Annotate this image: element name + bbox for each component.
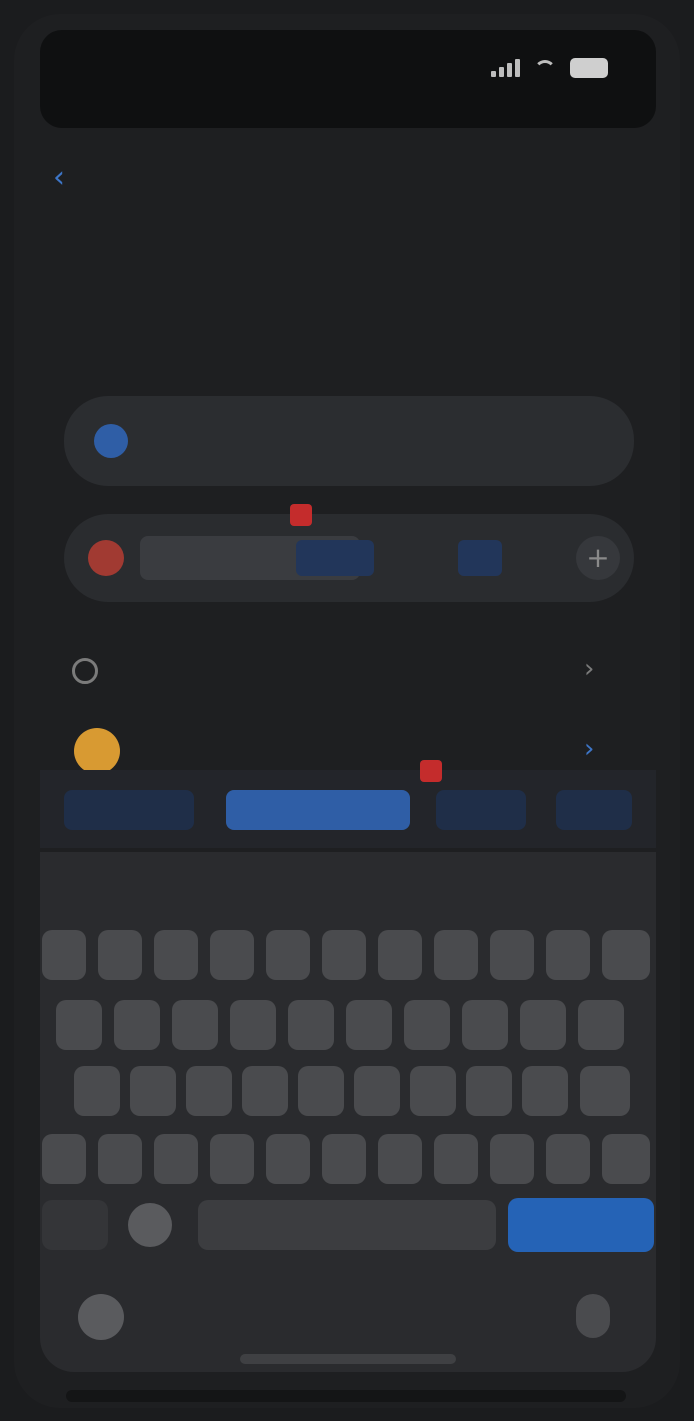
key[interactable]	[154, 1134, 198, 1184]
key[interactable]	[98, 1134, 142, 1184]
key[interactable]	[602, 1134, 650, 1184]
bottom-edge	[66, 1390, 626, 1402]
key[interactable]	[74, 1066, 120, 1116]
flag-icon	[88, 540, 124, 576]
key[interactable]	[266, 1134, 310, 1184]
tag-chip-1[interactable]	[64, 790, 194, 830]
status-bar	[40, 30, 656, 128]
key[interactable]	[490, 930, 534, 980]
option-chip-1[interactable]	[296, 540, 374, 576]
key[interactable]	[230, 1000, 276, 1050]
key[interactable]	[490, 1134, 534, 1184]
key[interactable]	[354, 1066, 400, 1116]
plus-icon[interactable]: +	[576, 536, 620, 580]
key[interactable]	[434, 1134, 478, 1184]
tag-chip-3[interactable]	[436, 790, 526, 830]
tag-bar	[40, 770, 656, 848]
key[interactable]	[288, 1000, 334, 1050]
key[interactable]	[578, 1000, 624, 1050]
suggestion-6[interactable]	[450, 862, 494, 908]
battery-icon	[570, 58, 608, 78]
key[interactable]	[462, 1000, 508, 1050]
signal-bars-icon	[491, 59, 520, 77]
key[interactable]	[242, 1066, 288, 1116]
key[interactable]	[378, 1134, 422, 1184]
key[interactable]	[434, 930, 478, 980]
avatar	[74, 728, 120, 774]
suggestion-7[interactable]	[524, 862, 568, 908]
key[interactable]	[378, 930, 422, 980]
list-row-secondary[interactable]: ›	[64, 644, 644, 700]
space-key[interactable]	[198, 1200, 496, 1250]
option-chip-3[interactable]	[458, 540, 502, 576]
home-indicator[interactable]	[240, 1354, 456, 1364]
notification-badge	[420, 760, 442, 782]
circle-outline-icon	[72, 658, 98, 684]
key[interactable]	[266, 930, 310, 980]
key[interactable]	[42, 930, 86, 980]
key[interactable]	[520, 1000, 566, 1050]
key[interactable]	[42, 1134, 86, 1184]
suggestion-4[interactable]	[306, 862, 350, 908]
status-icons	[491, 58, 608, 78]
chevron-right-icon: ›	[584, 734, 595, 764]
key[interactable]	[580, 1066, 630, 1116]
key[interactable]	[404, 1000, 450, 1050]
notification-badge	[290, 504, 312, 526]
tag-chip-4[interactable]	[556, 790, 632, 830]
key[interactable]	[466, 1066, 512, 1116]
key[interactable]	[130, 1066, 176, 1116]
key[interactable]	[346, 1000, 392, 1050]
key[interactable]	[56, 1000, 102, 1050]
circle-icon	[94, 424, 128, 458]
key[interactable]	[210, 930, 254, 980]
suggestion-8[interactable]	[600, 862, 640, 908]
wifi-icon	[534, 60, 556, 76]
key[interactable]	[546, 1134, 590, 1184]
option-chip-2[interactable]	[398, 540, 438, 576]
suggestion-5[interactable]	[378, 862, 422, 908]
nav-action-button[interactable]	[560, 160, 640, 196]
suggestion-2[interactable]	[122, 862, 166, 908]
key[interactable]	[522, 1066, 568, 1116]
key[interactable]	[298, 1066, 344, 1116]
key[interactable]	[322, 1134, 366, 1184]
key[interactable]	[114, 1000, 160, 1050]
key[interactable]	[186, 1066, 232, 1116]
emoji-icon[interactable]	[128, 1203, 172, 1247]
microphone-icon[interactable]	[576, 1294, 610, 1338]
key[interactable]	[172, 1000, 218, 1050]
key[interactable]	[322, 930, 366, 980]
key[interactable]	[546, 930, 590, 980]
chevron-right-icon: ›	[584, 654, 595, 684]
key[interactable]	[602, 930, 650, 980]
chevron-left-icon[interactable]: ‹	[46, 160, 72, 196]
suggestion-1[interactable]	[50, 862, 94, 908]
key[interactable]	[410, 1066, 456, 1116]
list-card-selector[interactable]: +	[64, 514, 634, 602]
key[interactable]	[154, 930, 198, 980]
key[interactable]	[98, 930, 142, 980]
enter-key[interactable]	[508, 1198, 654, 1252]
list-card-primary[interactable]	[64, 396, 634, 486]
globe-icon[interactable]	[78, 1294, 124, 1340]
key[interactable]	[210, 1134, 254, 1184]
tag-chip-2[interactable]	[226, 790, 410, 830]
mode-switch-key[interactable]	[42, 1200, 108, 1250]
suggestion-3[interactable]	[198, 862, 272, 908]
